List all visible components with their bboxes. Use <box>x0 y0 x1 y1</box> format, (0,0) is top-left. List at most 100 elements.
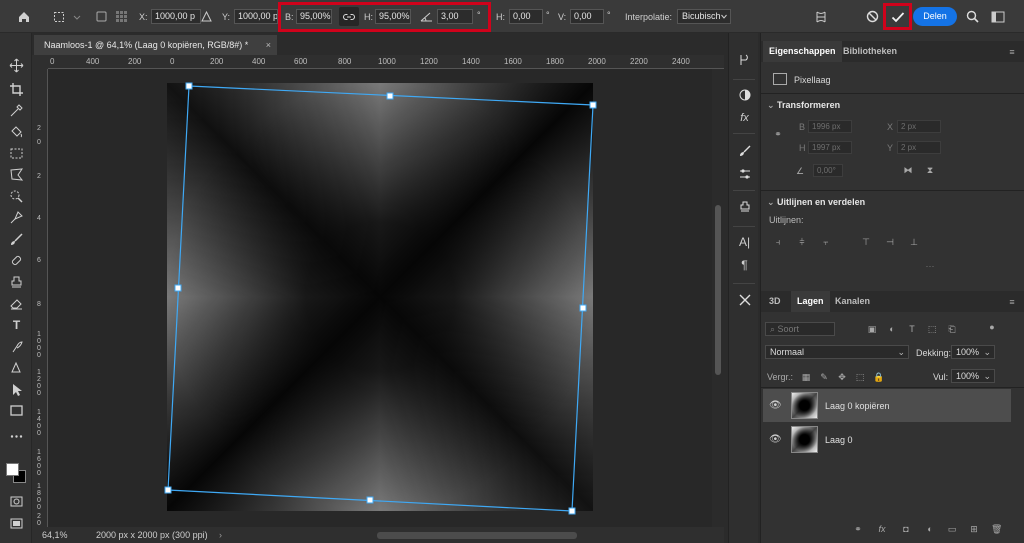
screen-mode-icon[interactable] <box>8 515 25 532</box>
quick-selection-tool-icon[interactable] <box>8 188 25 205</box>
layer-row[interactable]: 👁 Laag 0 kopiëren <box>763 389 1011 422</box>
clone-source-icon[interactable] <box>736 198 753 215</box>
vertical-ruler[interactable]: 2 0 2 4 6 8 1000 1200 1400 1600 1800 200 <box>32 69 48 527</box>
height-percent-field[interactable]: 95,00% <box>375 9 411 24</box>
relative-position-icon[interactable] <box>198 8 215 25</box>
rectangle-tool-icon[interactable] <box>8 402 25 419</box>
color-panel-icon[interactable] <box>736 86 753 103</box>
flip-horizontal-icon[interactable]: ⧓ <box>903 165 913 175</box>
healing-brush-tool-icon[interactable] <box>8 252 25 269</box>
align-right-icon[interactable]: ⫟ <box>821 237 831 247</box>
lasso-tool-icon[interactable] <box>8 166 25 183</box>
adjustments-panel-icon[interactable] <box>736 165 753 182</box>
layers-menu-icon[interactable]: ≡ <box>1007 297 1017 307</box>
home-icon[interactable] <box>15 8 32 25</box>
tools-preset-icon[interactable] <box>736 291 753 308</box>
marquee-tool-icon[interactable] <box>8 145 25 162</box>
align-vertical-center-icon[interactable]: ⊣ <box>885 237 895 247</box>
clone-stamp-tool-icon[interactable] <box>8 274 25 291</box>
eyedropper-tool-icon[interactable] <box>8 102 25 119</box>
transform-section-heading[interactable]: ⌄ Transformeren <box>767 100 840 111</box>
smudge-tool-icon[interactable] <box>8 338 25 355</box>
share-button[interactable]: Delen <box>913 7 957 26</box>
canvas-area[interactable] <box>48 69 712 527</box>
prop-angle-field[interactable]: 0,00° <box>813 164 843 177</box>
quick-mask-icon[interactable] <box>8 493 25 510</box>
history-panel-icon[interactable] <box>736 51 753 68</box>
add-style-fx-icon[interactable]: fx <box>877 524 887 534</box>
cancel-transform-icon[interactable] <box>864 8 881 25</box>
zoom-level[interactable]: 64,1% <box>42 530 68 540</box>
path-selection-tool-icon[interactable] <box>8 381 25 398</box>
reference-checkbox[interactable] <box>93 8 110 25</box>
y-position-field[interactable]: 1000,00 p <box>234 9 278 24</box>
more-tools-icon[interactable] <box>8 428 25 445</box>
visibility-eye-icon[interactable]: 👁 <box>769 434 782 445</box>
crop-tool-icon[interactable] <box>8 81 25 98</box>
prop-height-field[interactable]: 1997 px <box>808 141 852 154</box>
new-group-icon[interactable]: ▭ <box>947 524 957 534</box>
transform-bounding-box[interactable] <box>48 69 712 527</box>
flip-vertical-icon[interactable]: ⧗ <box>925 165 935 175</box>
status-menu-arrow[interactable]: › <box>219 530 222 540</box>
add-mask-icon[interactable]: ◘ <box>901 524 911 534</box>
layer-filter-select[interactable]: ⌕ Soort <box>765 322 835 336</box>
type-tool-icon[interactable]: T <box>8 316 25 333</box>
align-bottom-icon[interactable]: ⊥ <box>909 237 919 247</box>
prop-x-field[interactable]: 2 px <box>897 120 941 133</box>
layer-name[interactable]: Laag 0 <box>825 435 853 445</box>
more-options-icon[interactable]: ··· <box>925 261 935 271</box>
fx-styles-icon[interactable]: fx <box>736 109 753 126</box>
filter-toggle-icon[interactable]: ● <box>987 322 997 332</box>
align-section-heading[interactable]: ⌄ Uitlijnen en verdelen <box>767 197 865 208</box>
workspace-icon[interactable] <box>989 8 1006 25</box>
new-layer-icon[interactable]: ⊞ <box>969 524 979 534</box>
lock-artboard-icon[interactable]: ⬚ <box>855 372 865 382</box>
align-top-icon[interactable]: ⊤ <box>861 237 871 247</box>
panel-menu-icon[interactable]: ≡ <box>1007 47 1017 57</box>
x-position-field[interactable]: 1000,00 p <box>151 9 201 24</box>
filter-shape-icon[interactable]: ⬚ <box>927 324 937 334</box>
move-tool-icon[interactable] <box>8 57 25 74</box>
transform-tool-icon[interactable] <box>50 8 67 25</box>
interpolation-select[interactable]: Bicubisch <box>677 9 731 24</box>
scroll-thumb[interactable] <box>715 205 721 375</box>
paragraph-panel-icon[interactable]: ¶ <box>736 256 753 273</box>
lock-transparency-icon[interactable]: ▦ <box>801 372 811 382</box>
vertical-scrollbar[interactable] <box>712 69 724 527</box>
close-tab-icon[interactable]: × <box>266 35 271 55</box>
document-tab[interactable]: Naamloos-1 @ 64,1% (Laag 0 kopiëren, RGB… <box>34 35 277 55</box>
tab-properties[interactable]: Eigenschappen <box>763 41 842 62</box>
layer-row[interactable]: 👁 Laag 0 <box>763 423 1011 456</box>
blend-mode-select[interactable]: Normaal ⌄ <box>765 345 909 359</box>
paint-bucket-tool-icon[interactable] <box>8 123 25 140</box>
horizontal-scroll-thumb[interactable] <box>377 532 577 539</box>
reference-point-icon[interactable] <box>113 8 130 25</box>
delete-layer-trash-icon[interactable]: 🗑 <box>991 524 1002 534</box>
link-icon[interactable] <box>339 7 359 26</box>
tab-channels[interactable]: Kanalen <box>829 291 876 312</box>
brush-tool-icon[interactable] <box>8 231 25 248</box>
skew-vertical-field[interactable]: 0,00 <box>570 9 604 24</box>
warp-mode-icon[interactable] <box>812 8 829 25</box>
prop-width-field[interactable]: 1996 px <box>808 120 852 133</box>
align-horizontal-center-icon[interactable]: ⫩ <box>797 237 807 247</box>
lock-all-icon[interactable]: 🔒 <box>873 372 884 382</box>
width-percent-field[interactable]: 95,00% <box>296 9 332 24</box>
path-pen-tool-icon[interactable] <box>8 359 25 376</box>
tab-libraries[interactable]: Bibliotheken <box>837 41 903 62</box>
chain-link-icon[interactable]: ⚭ <box>773 129 783 139</box>
horizontal-ruler[interactable]: 0 400 200 0 200 400 600 800 1000 1200 14… <box>48 55 724 69</box>
opacity-field[interactable]: 100% ⌄ <box>951 345 995 359</box>
filter-smart-object-icon[interactable]: ⎗ <box>947 324 957 334</box>
filter-pixel-icon[interactable]: ▣ <box>867 324 877 334</box>
filter-adjustment-icon[interactable]: ◐ <box>887 324 897 334</box>
chevron-down-icon[interactable] <box>68 8 85 25</box>
pen-tool-icon[interactable] <box>8 209 25 226</box>
brushes-panel-icon[interactable] <box>736 142 753 159</box>
tab-layers[interactable]: Lagen <box>791 291 830 312</box>
search-icon[interactable] <box>964 8 981 25</box>
fill-field[interactable]: 100% ⌄ <box>951 369 995 383</box>
align-left-icon[interactable]: ⫞ <box>773 237 783 247</box>
new-adjustment-icon[interactable]: ◐ <box>925 524 935 534</box>
